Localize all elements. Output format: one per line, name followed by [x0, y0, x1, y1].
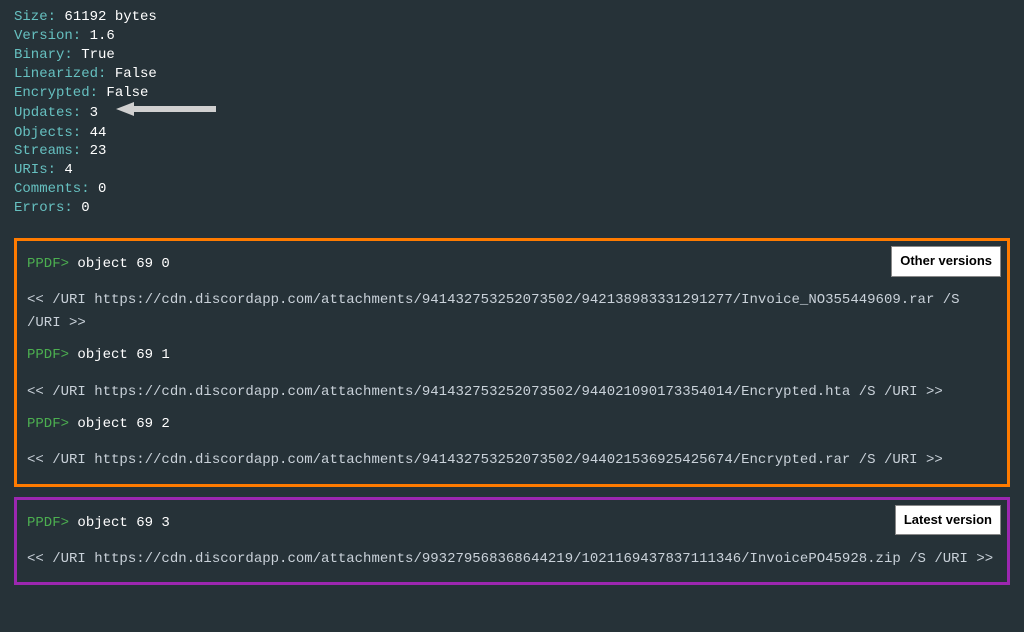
info-key: Encrypted:: [14, 85, 98, 101]
output-text: << /URI https://cdn.discordapp.com/attac…: [27, 381, 997, 403]
terminal-line: PPDF> object 69 1: [27, 344, 997, 366]
info-value: 23: [81, 143, 106, 159]
info-row: Size: 61192 bytes: [14, 8, 1010, 27]
output-text: << /URI https://cdn.discordapp.com/attac…: [27, 289, 997, 334]
info-key: Version:: [14, 28, 81, 44]
prompt: PPDF>: [27, 256, 69, 272]
info-key: Objects:: [14, 125, 81, 141]
info-value: 61192 bytes: [56, 9, 157, 25]
pdf-info-block: Size: 61192 bytes Version: 1.6 Binary: T…: [14, 8, 1010, 218]
prompt: PPDF>: [27, 347, 69, 363]
arrow-left-icon: [116, 102, 216, 123]
command-text: object 69 1: [69, 347, 170, 363]
info-row: Linearized: False: [14, 65, 1010, 84]
info-key: Updates:: [14, 106, 81, 122]
info-key: Size:: [14, 9, 56, 25]
info-value: False: [106, 66, 156, 82]
output-text: << /URI https://cdn.discordapp.com/attac…: [27, 548, 997, 570]
info-value: 0: [73, 200, 90, 216]
info-row: Comments: 0: [14, 180, 1010, 199]
info-value: False: [98, 85, 148, 101]
command-text: object 69 3: [69, 515, 170, 531]
info-row: URIs: 4: [14, 161, 1010, 180]
info-key: Comments:: [14, 181, 90, 197]
prompt: PPDF>: [27, 416, 69, 432]
info-key: Binary:: [14, 47, 73, 63]
info-row: Streams: 23: [14, 142, 1010, 161]
info-value: 0: [90, 181, 107, 197]
command-text: object 69 2: [69, 416, 170, 432]
info-row: Encrypted: False: [14, 84, 1010, 103]
output-text: << /URI https://cdn.discordapp.com/attac…: [27, 449, 997, 471]
terminal-line: PPDF> object 69 0: [27, 253, 997, 275]
prompt: PPDF>: [27, 515, 69, 531]
info-row: Binary: True: [14, 46, 1010, 65]
other-versions-box: Other versions PPDF> object 69 0 << /URI…: [14, 238, 1010, 487]
terminal-line: PPDF> object 69 3: [27, 512, 997, 534]
terminal-line: PPDF> object 69 2: [27, 413, 997, 435]
other-versions-label: Other versions: [891, 246, 1001, 277]
info-key: URIs:: [14, 162, 56, 178]
info-row: Objects: 44: [14, 124, 1010, 143]
info-key: Streams:: [14, 143, 81, 159]
info-value: 4: [56, 162, 73, 178]
info-row: Errors: 0: [14, 199, 1010, 218]
latest-version-label: Latest version: [895, 505, 1001, 536]
info-key: Errors:: [14, 200, 73, 216]
info-value: 3: [81, 106, 98, 122]
info-row-updates: Updates: 3: [14, 102, 1010, 123]
latest-version-box: Latest version PPDF> object 69 3 << /URI…: [14, 497, 1010, 586]
info-value: 1.6: [81, 28, 115, 44]
info-key: Linearized:: [14, 66, 106, 82]
info-row: Version: 1.6: [14, 27, 1010, 46]
info-value: True: [73, 47, 115, 63]
info-value: 44: [81, 125, 106, 141]
command-text: object 69 0: [69, 256, 170, 272]
